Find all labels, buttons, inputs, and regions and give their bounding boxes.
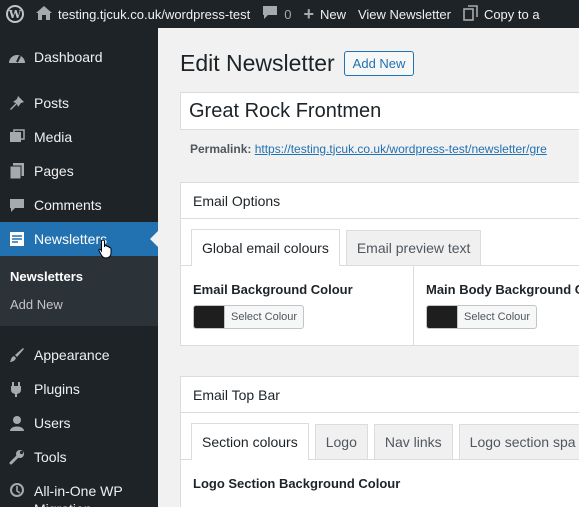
paintbrush-icon — [8, 347, 26, 363]
select-colour-button[interactable]: Select Colour — [193, 305, 305, 329]
hand-cursor-icon — [98, 239, 112, 259]
submenu-label: Newsletters — [10, 268, 83, 284]
sidebar-item-label: Plugins — [34, 381, 80, 397]
view-newsletter-link[interactable]: View Newsletter — [352, 0, 457, 28]
email-top-bar-header[interactable]: Email Top Bar — [181, 377, 579, 413]
admin-bar: W testing.tjcuk.co.uk/wordpress-test 0 +… — [0, 0, 579, 28]
add-new-button[interactable]: Add New — [343, 51, 415, 76]
submenu-item-newsletters[interactable]: Newsletters — [0, 262, 158, 290]
sidebar-item-media[interactable]: Media — [0, 120, 158, 154]
select-colour-label: Select Colour — [464, 311, 531, 323]
comment-icon — [8, 198, 26, 213]
comment-icon — [262, 5, 278, 23]
tab-email-preview-text[interactable]: Email preview text — [345, 230, 482, 265]
copy-label: Copy to a — [483, 6, 540, 22]
view-newsletter-label: View Newsletter — [357, 6, 451, 22]
users-icon — [8, 415, 26, 431]
wrench-icon — [8, 449, 26, 465]
email-options-header[interactable]: Email Options — [181, 183, 579, 219]
sidebar-item-label: Comments — [34, 197, 102, 213]
tab-section-colours[interactable]: Section colours — [191, 423, 309, 460]
plus-icon: + — [303, 3, 314, 24]
page-header: Edit Newsletter Add New — [180, 50, 415, 77]
email-options-fields: Email Background Colour Select Colour Ma… — [181, 266, 579, 345]
plugin-icon — [8, 381, 26, 397]
wordpress-logo-menu[interactable]: W — [0, 0, 30, 28]
sidebar-item-label: Appearance — [34, 347, 110, 363]
sidebar-item-dashboard[interactable]: Dashboard — [0, 40, 158, 74]
logo-section-background-colour-field: Logo Section Background Colour — [181, 460, 412, 507]
email-top-bar-fields: Logo Section Background Colour — [181, 460, 579, 507]
sidebar-item-comments[interactable]: Comments — [0, 188, 158, 222]
sidebar-item-appearance[interactable]: Appearance — [0, 338, 158, 372]
site-name-link[interactable]: testing.tjcuk.co.uk/wordpress-test — [30, 0, 256, 28]
dashboard-icon — [8, 50, 26, 64]
tab-global-email-colours[interactable]: Global email colours — [191, 229, 340, 266]
postbox-title: Email Options — [193, 192, 281, 209]
comments-link[interactable]: 0 — [256, 0, 297, 28]
pin-icon — [8, 95, 26, 111]
sidebar-item-pages[interactable]: Pages — [0, 154, 158, 188]
tab-logo-section-spacing[interactable]: Logo section spa — [458, 424, 579, 459]
select-colour-button[interactable]: Select Colour — [426, 305, 538, 329]
sidebar-item-label: All-in-One WP Migration — [34, 483, 123, 507]
email-top-bar-box: Email Top Bar Section colours Logo Nav l… — [180, 376, 579, 507]
page-title: Edit Newsletter — [180, 50, 335, 76]
permalink: Permalink: https://testing.tjcuk.co.uk/w… — [190, 142, 547, 156]
field-label: Email Background Colour — [193, 282, 353, 297]
main-content: Edit Newsletter Add New Great Rock Front… — [158, 28, 579, 507]
admin-sidebar: Dashboard Posts Media Pages Comments New… — [0, 28, 158, 507]
colour-swatch — [194, 306, 225, 328]
wordpress-icon: W — [6, 5, 24, 23]
sidebar-item-label: Tools — [34, 449, 67, 465]
home-icon — [36, 5, 52, 23]
permalink-label: Permalink: — [190, 142, 252, 156]
email-options-box: Email Options Global email colours Email… — [180, 182, 579, 346]
comments-count: 0 — [284, 6, 292, 22]
new-content-menu[interactable]: + New — [297, 0, 352, 28]
sidebar-item-label: Media — [34, 129, 73, 145]
sidebar-item-users[interactable]: Users — [0, 406, 158, 440]
newsletter-icon — [8, 231, 26, 247]
sidebar-item-label: Dashboard — [34, 49, 103, 65]
migration-icon — [8, 482, 26, 498]
sidebar-item-tools[interactable]: Tools — [0, 440, 158, 474]
media-icon — [8, 129, 26, 145]
sidebar-item-newsletters[interactable]: Newsletters — [0, 222, 158, 256]
main-body-background-colour-field: Main Body Background C Select Colour — [414, 266, 579, 345]
field-label: Logo Section Background Colour — [193, 476, 401, 491]
permalink-link[interactable]: https://testing.tjcuk.co.uk/wordpress-te… — [255, 142, 547, 156]
tab-logo[interactable]: Logo — [314, 424, 368, 459]
copy-to-draft-link[interactable]: Copy to a — [457, 0, 546, 28]
select-colour-label: Select Colour — [231, 311, 298, 323]
sidebar-item-migration[interactable]: All-in-One WP Migration — [0, 474, 158, 507]
sidebar-item-label: Pages — [34, 163, 74, 179]
pages-icon — [8, 163, 26, 179]
post-title-input[interactable]: Great Rock Frontmen — [180, 92, 579, 130]
newsletters-submenu: Newsletters Add New — [0, 256, 158, 326]
email-background-colour-field: Email Background Colour Select Colour — [181, 266, 414, 345]
copy-icon — [463, 4, 478, 24]
tab-nav-links[interactable]: Nav links — [373, 424, 453, 459]
colour-swatch — [427, 306, 458, 328]
sidebar-item-label: Users — [34, 415, 71, 431]
submenu-label: Add New — [10, 296, 63, 312]
email-top-bar-tabs: Section colours Logo Nav links Logo sect… — [181, 413, 579, 460]
field-label: Main Body Background C — [426, 282, 579, 297]
site-url: testing.tjcuk.co.uk/wordpress-test — [58, 6, 251, 22]
sidebar-item-plugins[interactable]: Plugins — [0, 372, 158, 406]
sidebar-item-label: Newsletters — [34, 231, 108, 247]
new-label: New — [319, 6, 346, 22]
sidebar-item-posts[interactable]: Posts — [0, 86, 158, 120]
submenu-item-add-new[interactable]: Add New — [0, 290, 158, 318]
email-options-tabs: Global email colours Email preview text — [181, 219, 579, 266]
sidebar-item-label: Posts — [34, 95, 70, 111]
postbox-title: Email Top Bar — [193, 386, 280, 403]
